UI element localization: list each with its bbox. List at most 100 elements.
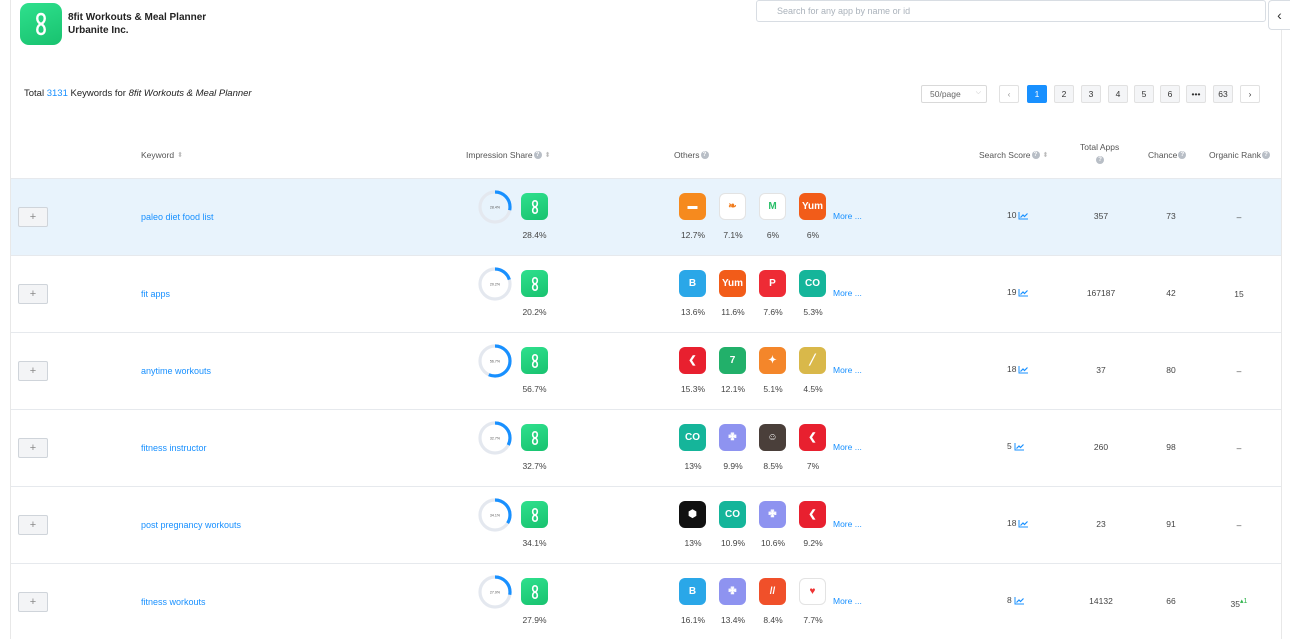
column-search-score-label: Search Score (979, 150, 1031, 160)
trend-chart-icon[interactable] (1018, 288, 1029, 297)
column-impression-share[interactable]: Impression Share? ⬍ (466, 150, 551, 160)
table-row[interactable]: + fit apps 20.2% 20.2% B 13.6% Yum 11.6% P 7.6%… (11, 255, 1281, 332)
column-organic-rank-label: Organic Rank (1209, 150, 1261, 160)
trend-chart-icon[interactable] (1018, 211, 1029, 220)
column-total-apps[interactable]: Total Apps? (1080, 142, 1119, 164)
more-apps-link[interactable]: More ... (833, 211, 862, 221)
add-keyword-button[interactable]: + (18, 438, 48, 458)
rank-change-value: 1 (1243, 598, 1248, 605)
carrot-app-icon[interactable]: ❧ (719, 193, 746, 220)
figure-app-icon[interactable]: ✙ (719, 578, 746, 605)
help-icon[interactable]: ? (533, 151, 542, 159)
heart-app-icon[interactable]: ♥ (799, 578, 826, 605)
more-apps-link[interactable]: More ... (833, 288, 862, 298)
next-page-button[interactable]: › (1240, 85, 1260, 103)
co-app-icon[interactable]: CO (719, 501, 746, 528)
page-6-button[interactable]: 6 (1160, 85, 1180, 103)
figure-app-icon[interactable]: ✙ (719, 424, 746, 451)
sort-icon[interactable]: ⬍ (545, 151, 551, 159)
column-keyword[interactable]: Keyword ⬍ (141, 150, 183, 160)
prev-page-button[interactable]: ‹ (999, 85, 1019, 103)
keyword-link[interactable]: anytime workouts (141, 366, 211, 376)
scale-app-icon[interactable]: ▬ (679, 193, 706, 220)
help-icon[interactable]: ? (1178, 151, 1187, 159)
search-input[interactable]: Search for any app by name or id (756, 0, 1266, 22)
collapse-panel-button[interactable]: ‹ (1268, 0, 1290, 30)
impression-share-value: 56.7% (522, 384, 547, 394)
table-row[interactable]: + fitness instructor 32.7% 32.7% CO 13% ✙ 9.9… (11, 409, 1281, 486)
more-apps-link[interactable]: More ... (833, 519, 862, 529)
muscle-app-icon[interactable]: ✦ (759, 347, 786, 374)
8fit-logo-icon[interactable] (521, 270, 548, 297)
add-keyword-button[interactable]: + (18, 592, 48, 612)
page-ellipsis-button[interactable]: ••• (1186, 85, 1206, 103)
red-arrow-app-icon[interactable]: ❮ (799, 501, 826, 528)
help-icon[interactable]: ? (1096, 156, 1105, 164)
seven-app-icon[interactable]: 7 (719, 347, 746, 374)
trend-chart-icon[interactable] (1014, 442, 1025, 451)
page-1-button[interactable]: 1 (1027, 85, 1047, 103)
summary-app-name: 8fit Workouts & Meal Planner (128, 88, 252, 99)
keyword-link[interactable]: fit apps (141, 289, 170, 299)
co-app-icon[interactable]: CO (679, 424, 706, 451)
8fit-logo-icon[interactable] (521, 347, 548, 374)
search-score-value: 19 (1007, 287, 1017, 297)
page-2-button[interactable]: 2 (1054, 85, 1074, 103)
other-share-value: 12.7% (680, 230, 706, 240)
trend-chart-icon[interactable] (1018, 365, 1029, 374)
search-score: 5 (1007, 441, 1025, 451)
column-search-score[interactable]: Search Score? ⬍ (979, 150, 1048, 160)
keyword-link[interactable]: fitness instructor (141, 443, 207, 453)
more-apps-link[interactable]: More ... (833, 596, 862, 606)
keyword-link[interactable]: fitness workouts (141, 597, 206, 607)
peloton-app-icon[interactable]: P (759, 270, 786, 297)
co-app-icon[interactable]: CO (799, 270, 826, 297)
help-icon[interactable]: ? (1031, 151, 1040, 159)
column-chance[interactable]: Chance? (1148, 150, 1187, 160)
band-app-icon[interactable]: ╱ (799, 347, 826, 374)
sort-icon[interactable]: ⬍ (177, 151, 183, 159)
m-logo-app-icon[interactable]: M (759, 193, 786, 220)
figure-app-icon[interactable]: ✙ (759, 501, 786, 528)
yum-app-icon[interactable]: Yum (719, 270, 746, 297)
help-icon[interactable]: ? (1261, 151, 1270, 159)
table-row[interactable]: + paleo diet food list 28.4% 28.4% ▬ 12.7% ❧… (11, 178, 1281, 255)
donut-label: 34.1% (490, 513, 501, 517)
table-row[interactable]: + post pregnancy workouts 34.1% 34.1% ⬢ 13%… (11, 486, 1281, 563)
red-arrow-app-icon[interactable]: ❮ (799, 424, 826, 451)
8fit-logo-icon[interactable] (521, 578, 548, 605)
help-icon[interactable]: ? (700, 151, 709, 159)
trend-chart-icon[interactable] (1014, 596, 1025, 605)
add-keyword-button[interactable]: + (18, 515, 48, 535)
sort-icon[interactable]: ⬍ (1043, 151, 1049, 159)
table-row[interactable]: + fitness workouts 27.9% 27.9% B 16.1% ✙ 13.4… (11, 563, 1281, 639)
page-3-button[interactable]: 3 (1081, 85, 1101, 103)
8fit-logo-icon[interactable] (521, 501, 548, 528)
b-fitness-app-icon[interactable]: B (679, 270, 706, 297)
trainer-photo-app-icon[interactable]: ☺ (759, 424, 786, 451)
page-4-button[interactable]: 4 (1108, 85, 1128, 103)
octagon-app-icon[interactable]: ⬢ (679, 501, 706, 528)
column-organic-rank[interactable]: Organic Rank? (1209, 150, 1270, 160)
impression-share-value: 20.2% (522, 307, 547, 317)
table-row[interactable]: + anytime workouts 56.7% 56.7% ❮ 15.3% 7 12.1… (11, 332, 1281, 409)
red-arrow-app-icon[interactable]: ❮ (679, 347, 706, 374)
trend-chart-icon[interactable] (1018, 519, 1029, 528)
keyword-link[interactable]: paleo diet food list (141, 212, 214, 222)
slash-app-icon[interactable]: // (759, 578, 786, 605)
keyword-link[interactable]: post pregnancy workouts (141, 520, 241, 530)
b-fitness-app-icon[interactable]: B (679, 578, 706, 605)
add-keyword-button[interactable]: + (18, 284, 48, 304)
add-keyword-button[interactable]: + (18, 361, 48, 381)
page-5-button[interactable]: 5 (1134, 85, 1154, 103)
page-size-select[interactable]: 50/page ⌵ (921, 85, 987, 103)
8fit-logo-icon[interactable] (521, 193, 548, 220)
yum-app-icon[interactable]: Yum (799, 193, 826, 220)
donut-label: 32.7% (490, 436, 501, 440)
8fit-logo-icon[interactable] (521, 424, 548, 451)
more-apps-link[interactable]: More ... (833, 365, 862, 375)
more-apps-link[interactable]: More ... (833, 442, 862, 452)
app-developer: Urbanite Inc. (68, 25, 129, 36)
page-63-button[interactable]: 63 (1213, 85, 1233, 103)
add-keyword-button[interactable]: + (18, 207, 48, 227)
